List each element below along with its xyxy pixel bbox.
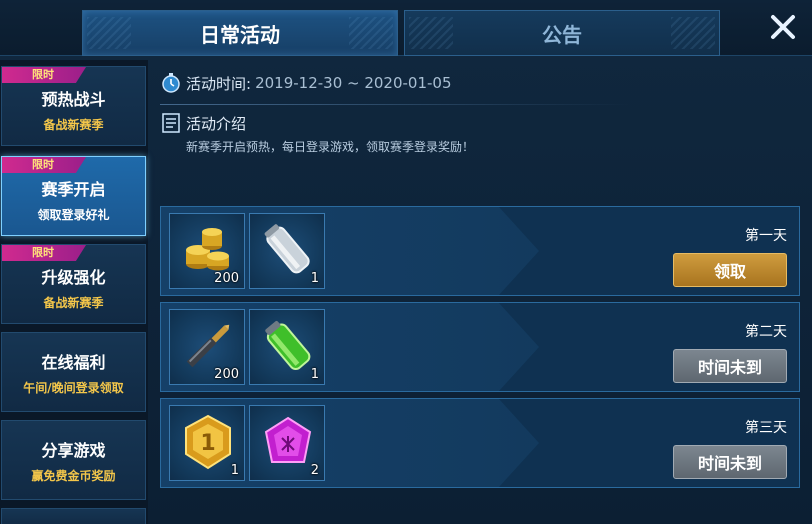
sidebar-item-subtitle: 备战新赛季 — [43, 117, 104, 132]
document-icon — [162, 113, 180, 133]
activity-time-label: 活动时间: — [186, 74, 252, 93]
activity-window: 日常活动 公告 限时 预热战斗 备战新赛季 限时 赛季开启 领取登录好礼 限时 … — [0, 0, 812, 524]
tab-decoration — [349, 17, 393, 49]
activity-time-row: 活动时间: 2019-12-30 ~ 2020-01-05 — [160, 72, 452, 94]
gold-medal-icon: 1 — [185, 414, 231, 470]
stopwatch-icon — [162, 73, 180, 93]
reward-item-slot[interactable]: 1 1 — [169, 405, 245, 481]
tab-label: 日常活动 — [200, 22, 280, 47]
reward-item-slot[interactable]: 1 — [249, 309, 325, 385]
tab-decoration — [87, 17, 131, 49]
sidebar-item-subtitle: 赢免费金币奖励 — [31, 468, 116, 483]
sidebar-item-online-bonus[interactable]: 在线福利 午间/晚间登录领取 — [1, 332, 146, 412]
purple-gem-icon — [264, 416, 312, 463]
divider — [160, 104, 630, 105]
silver-canister-icon — [264, 224, 310, 274]
activity-time-value: 2019-12-30 ~ 2020-01-05 — [255, 74, 452, 92]
sidebar-item-title: 升级强化 — [41, 267, 106, 287]
activity-intro-row: 活动介绍 — [160, 112, 246, 134]
green-battery-icon — [265, 320, 311, 371]
claim-button[interactable]: 领取 — [673, 253, 787, 287]
sidebar-item-subtitle: 午间/晚间登录领取 — [23, 380, 124, 395]
limited-badge: 限时 — [2, 157, 86, 173]
sidebar-item-partial[interactable] — [1, 508, 146, 524]
reward-row-day2: 200 1 第二天 时间未到 — [160, 302, 800, 392]
reward-quantity: 200 — [214, 271, 239, 286]
close-button[interactable] — [766, 10, 800, 44]
sidebar-item-title: 预热战斗 — [41, 89, 106, 109]
svg-text:1: 1 — [200, 431, 215, 456]
reward-item-slot[interactable]: 200 — [169, 309, 245, 385]
limited-badge: 限时 — [2, 245, 86, 261]
close-icon — [771, 15, 795, 39]
reward-day-label: 第二天 — [745, 324, 787, 340]
reward-quantity: 2 — [310, 463, 319, 478]
reward-item-slot[interactable]: 200 — [169, 213, 245, 289]
sidebar: 限时 预热战斗 备战新赛季 限时 赛季开启 领取登录好礼 限时 升级强化 备战新… — [0, 60, 148, 524]
tab-decoration — [409, 17, 453, 49]
tab-daily-activity[interactable]: 日常活动 — [82, 10, 398, 56]
sidebar-item-title: 分享游戏 — [41, 440, 106, 460]
sidebar-item-subtitle: 备战新赛季 — [43, 295, 104, 310]
not-yet-button[interactable]: 时间未到 — [673, 445, 787, 479]
sidebar-item-season-start[interactable]: 限时 赛季开启 领取登录好礼 — [1, 156, 146, 236]
reward-quantity: 200 — [214, 367, 239, 382]
tab-announcement[interactable]: 公告 — [404, 10, 720, 56]
reward-row-day3: 1 1 2 第三天 时间未到 — [160, 398, 800, 488]
limited-badge: 限时 — [2, 67, 86, 83]
reward-item-slot[interactable]: 2 — [249, 405, 325, 481]
sidebar-item-share-game[interactable]: 分享游戏 赢免费金币奖励 — [1, 420, 146, 500]
reward-day-label: 第三天 — [745, 420, 787, 436]
reward-day-label: 第一天 — [745, 228, 787, 244]
sidebar-item-title: 赛季开启 — [41, 179, 106, 199]
tab-decoration — [671, 17, 715, 49]
reward-quantity: 1 — [310, 271, 319, 286]
sidebar-item-warmup-battle[interactable]: 限时 预热战斗 备战新赛季 — [1, 66, 146, 146]
reward-quantity: 1 — [230, 463, 239, 478]
activity-intro-label: 活动介绍 — [186, 114, 247, 133]
reward-item-slot[interactable]: 1 — [249, 213, 325, 289]
activity-intro-description: 新赛季开启预热，每日登录游戏，领取赛季登录奖励！ — [186, 140, 475, 154]
sidebar-item-upgrade[interactable]: 限时 升级强化 备战新赛季 — [1, 244, 146, 324]
sidebar-item-title: 在线福利 — [41, 352, 106, 372]
reward-row-day1: 200 1 第一天 领取 — [160, 206, 800, 296]
tab-label: 公告 — [542, 22, 582, 47]
header-bar: 日常活动 公告 — [0, 0, 812, 56]
sidebar-item-subtitle: 领取登录好礼 — [37, 207, 110, 222]
not-yet-button[interactable]: 时间未到 — [673, 349, 787, 383]
reward-quantity: 1 — [310, 367, 319, 382]
